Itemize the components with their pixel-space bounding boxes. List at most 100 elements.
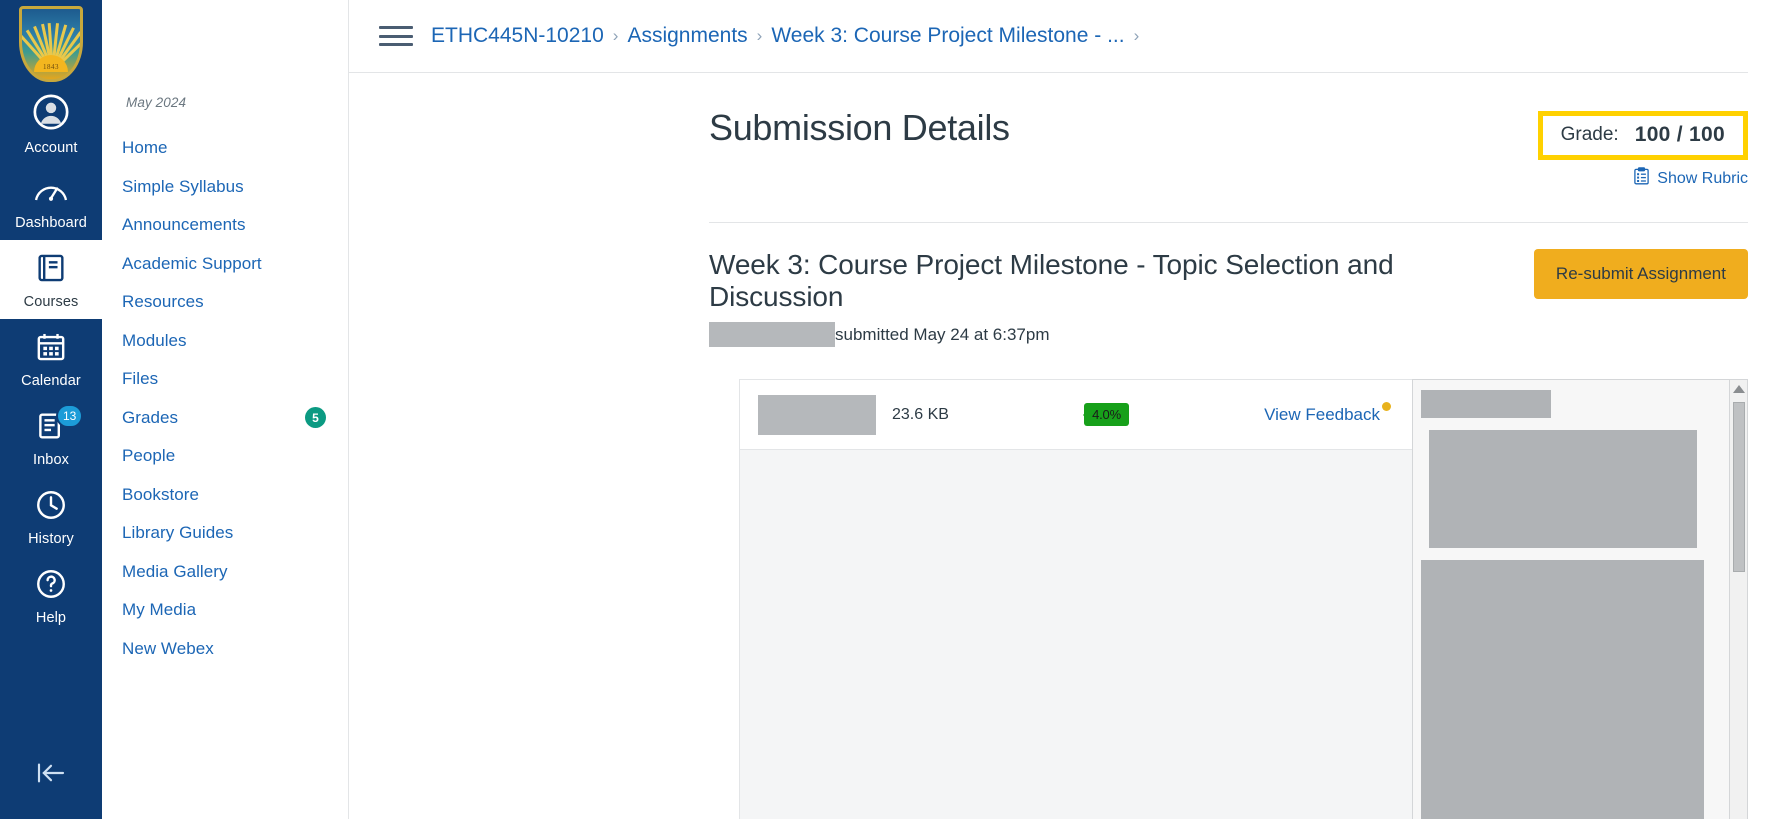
course-nav-label: Simple Syllabus <box>122 176 244 196</box>
chevron-right-icon: › <box>1133 26 1140 45</box>
view-feedback-link[interactable]: View Feedback <box>1264 401 1392 425</box>
account-avatar-icon <box>32 93 70 136</box>
global-nav-label: Inbox <box>33 452 69 468</box>
course-nav-item-bookstore[interactable]: Bookstore <box>102 476 348 515</box>
course-nav-label: Media Gallery <box>122 561 228 581</box>
scroll-up-arrow-icon[interactable] <box>1732 385 1745 393</box>
submission-file-panel: 23.6 KB 4.0% View Feedback <box>739 379 1412 819</box>
assignment-info: Week 3: Course Project Milestone - Topic… <box>709 249 1534 347</box>
course-nav-label: Home <box>122 138 168 158</box>
file-name-redacted[interactable] <box>758 394 876 435</box>
course-nav-label: My Media <box>122 600 197 620</box>
global-nav-label: Dashboard <box>15 215 87 231</box>
course-nav-label: Announcements <box>122 215 246 235</box>
submission-panels: 23.6 KB 4.0% View Feedback <box>739 379 1748 819</box>
assignment-header-row: Week 3: Course Project Milestone - Topic… <box>349 223 1792 347</box>
course-nav-item-new-webex[interactable]: New Webex <box>102 630 348 669</box>
course-nav-item-simple-syllabus[interactable]: Simple Syllabus <box>102 168 348 207</box>
global-nav-label: Calendar <box>21 373 81 389</box>
course-nav-label: Academic Support <box>122 253 262 273</box>
submitted-timestamp: submitted May 24 at 6:37pm <box>835 324 1050 344</box>
course-nav-label: People <box>122 446 176 466</box>
global-nav-item-inbox[interactable]: 13 Inbox <box>0 398 102 477</box>
course-nav-item-media-gallery[interactable]: Media Gallery <box>102 553 348 592</box>
course-nav-item-people[interactable]: People <box>102 437 348 476</box>
show-rubric-button[interactable]: Show Rubric <box>1538 167 1748 190</box>
show-rubric-label: Show Rubric <box>1657 169 1748 187</box>
course-nav-label: Modules <box>122 330 187 350</box>
submitter-name-redacted <box>709 322 835 347</box>
course-nav-label: Files <box>122 369 159 389</box>
global-nav-item-help[interactable]: Help <box>0 556 102 635</box>
course-nav-label: Library Guides <box>122 523 234 543</box>
page-title: Submission Details <box>709 107 1010 148</box>
course-nav-item-academic-support[interactable]: Academic Support <box>102 245 348 284</box>
breadcrumb: ETHC445N-10210 › Assignments › Week 3: C… <box>431 24 1139 48</box>
global-nav-label: Courses <box>23 294 79 310</box>
global-navigation: 1843 Account Dashboard Courses Calendar <box>0 0 102 819</box>
global-nav-label: History <box>28 531 74 547</box>
preview-scrollbar[interactable] <box>1729 380 1747 819</box>
course-nav-item-my-media[interactable]: My Media <box>102 591 348 630</box>
scrollbar-thumb[interactable] <box>1733 402 1745 572</box>
global-nav-item-calendar[interactable]: Calendar <box>0 319 102 398</box>
course-navigation: May 2024 Home Simple Syllabus Announceme… <box>102 0 349 819</box>
preview-redacted-block <box>1421 390 1551 418</box>
course-nav-label: Grades <box>122 407 179 427</box>
global-nav-item-history[interactable]: History <box>0 477 102 556</box>
calendar-icon <box>34 330 68 369</box>
app-root: 1843 Account Dashboard Courses Calendar <box>0 0 1792 819</box>
main-content: ETHC445N-10210 › Assignments › Week 3: C… <box>349 0 1792 819</box>
grade-box: Grade: 100 / 100 <box>1537 111 1748 160</box>
breadcrumb-item-assignment[interactable]: Week 3: Course Project Milestone - ... <box>771 24 1124 48</box>
course-term-label: May 2024 <box>126 95 187 110</box>
collapse-left-arrow-icon[interactable] <box>0 761 102 785</box>
course-nav-label: New Webex <box>122 638 214 658</box>
page-header-row: Submission Details Grade: 100 / 100 Show… <box>349 73 1792 190</box>
course-nav-item-modules[interactable]: Modules <box>102 322 348 361</box>
chevron-right-icon: › <box>756 26 763 45</box>
grades-count-badge: 5 <box>305 407 326 429</box>
course-nav-item-home[interactable]: Home <box>102 129 348 168</box>
preview-redacted-block <box>1421 560 1704 819</box>
help-question-icon <box>34 567 68 606</box>
grade-label: Grade: <box>1560 124 1619 145</box>
grade-region: Grade: 100 / 100 Show Rubric <box>1537 107 1748 190</box>
university-crest-logo[interactable]: 1843 <box>19 6 83 82</box>
global-nav-item-courses[interactable]: Courses <box>0 240 102 319</box>
global-nav-label: Account <box>24 140 78 156</box>
course-nav-item-library-guides[interactable]: Library Guides <box>102 514 348 553</box>
inbox-unread-badge: 13 <box>56 404 84 428</box>
global-nav-item-account[interactable]: Account <box>0 82 102 165</box>
resubmit-assignment-button[interactable]: Re-submit Assignment <box>1533 249 1748 299</box>
submission-meta: submitted May 24 at 6:37pm <box>709 322 1534 347</box>
global-nav-label: Help <box>35 610 67 626</box>
view-feedback-label: View Feedback <box>1264 404 1381 424</box>
hamburger-menu-icon[interactable] <box>379 23 413 49</box>
right-gutter <box>1748 0 1792 819</box>
grade-value: 100 / 100 <box>1634 123 1725 146</box>
course-nav-label: Bookstore <box>122 484 199 504</box>
submission-file-row: 23.6 KB 4.0% View Feedback <box>740 380 1412 450</box>
breadcrumb-item-course[interactable]: ETHC445N-10210 <box>431 24 604 48</box>
course-nav-item-grades[interactable]: Grades 5 <box>102 399 348 438</box>
breadcrumb-item-assignments[interactable]: Assignments <box>627 24 747 48</box>
rubric-clipboard-icon <box>1633 167 1650 190</box>
course-nav-item-files[interactable]: Files <box>102 360 348 399</box>
preview-redacted-block <box>1429 430 1697 548</box>
feedback-unread-dot-icon <box>1382 401 1392 411</box>
global-nav-item-dashboard[interactable]: Dashboard <box>0 165 102 240</box>
course-nav-item-resources[interactable]: Resources <box>102 283 348 322</box>
courses-book-icon <box>34 251 68 290</box>
top-bar: ETHC445N-10210 › Assignments › Week 3: C… <box>349 0 1748 73</box>
crest-year: 1843 <box>43 63 59 71</box>
file-size: 23.6 KB <box>892 405 949 423</box>
history-clock-icon <box>34 488 68 527</box>
dashboard-gauge-icon <box>33 176 69 211</box>
document-preview-panel[interactable] <box>1412 379 1748 819</box>
course-nav-item-announcements[interactable]: Announcements <box>102 206 348 245</box>
similarity-score-badge[interactable]: 4.0% <box>1084 403 1129 426</box>
assignment-title: Week 3: Course Project Milestone - Topic… <box>709 249 1394 312</box>
course-nav-label: Resources <box>122 292 204 312</box>
chevron-right-icon: › <box>612 26 619 45</box>
